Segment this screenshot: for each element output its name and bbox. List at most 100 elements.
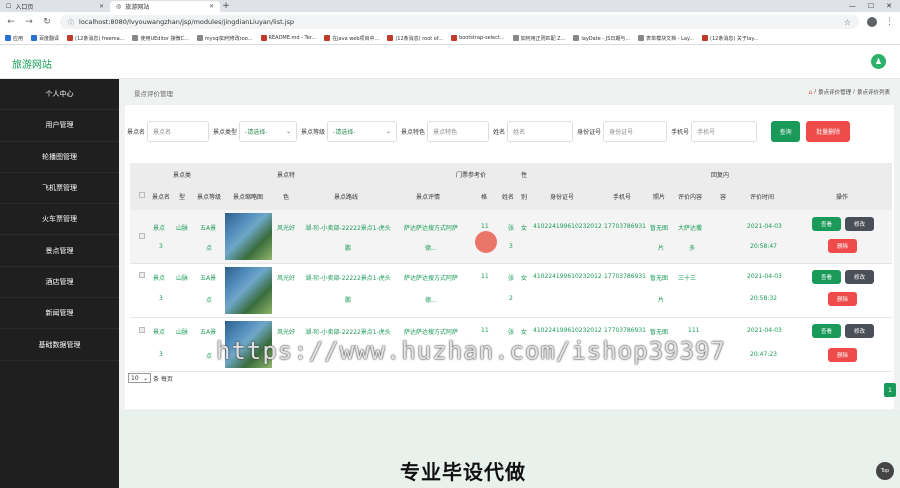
back-to-top-button[interactable]: Top <box>876 462 894 480</box>
type-select[interactable]: -请选择- ⌄ <box>239 120 298 142</box>
bookmark-icon <box>31 35 38 41</box>
promo-text: 专业毕设代做 <box>400 460 526 484</box>
filter-level-label: 景点等级 <box>301 128 326 136</box>
th-time[interactable]: 评价时间 <box>750 192 774 201</box>
cell-phone: 17703786931 <box>604 273 646 280</box>
close-icon[interactable]: ✕ <box>209 3 214 10</box>
th-gender[interactable]: 别 <box>521 192 527 201</box>
maximize-icon[interactable]: ☐ <box>868 2 874 10</box>
cell-content: 111 <box>688 327 700 334</box>
menu-dots-icon[interactable]: ⋮ <box>885 17 894 27</box>
th-name[interactable]: 景点名 <box>152 192 170 201</box>
new-tab-button[interactable]: + <box>220 1 232 12</box>
cell-route-2: 鹏 <box>345 245 352 252</box>
phone-input[interactable]: 手机号 <box>691 120 758 142</box>
th-phone[interactable]: 手机号 <box>613 192 631 201</box>
close-window-icon[interactable]: ✕ <box>886 2 892 10</box>
browser-tab-1[interactable]: ☐ 入口页 ✕ <box>0 1 110 12</box>
star-icon[interactable]: ☆ <box>844 18 851 27</box>
feature-input[interactable]: 景点特色 <box>427 120 490 142</box>
delete-button[interactable]: 删除 <box>828 239 857 253</box>
bookmark-item[interactable]: (12条消息) root of... <box>387 35 443 42</box>
th-ops: 操作 <box>836 194 849 201</box>
edit-button[interactable]: 修改 <box>845 324 874 338</box>
url-input[interactable]: ⓘ localhost:8080/lvyouwangzhan/jsp/modul… <box>60 15 859 29</box>
cell-review-2: 德... <box>425 245 437 252</box>
cell-level-2: 点 <box>206 245 213 252</box>
sidebar-item-hotels[interactable]: 酒店管理 <box>0 267 119 299</box>
bookmark-item[interactable]: 在java web项目中... <box>324 35 379 42</box>
bookmark-item[interactable]: mysql如何修改roo... <box>196 35 253 42</box>
bookmark-item[interactable]: (12条消息) 关于lay... <box>702 35 758 42</box>
bookmark-item[interactable]: 百度翻译 <box>31 35 59 42</box>
cell-name: 景点 <box>153 275 166 282</box>
th-review[interactable]: 景点评情 <box>416 192 440 201</box>
cell-date: 2021-04-03 <box>747 327 782 334</box>
view-button[interactable]: 查看 <box>812 217 841 231</box>
sidebar-item-news[interactable]: 新闻管理 <box>0 298 119 330</box>
edit-button[interactable]: 修改 <box>845 270 874 284</box>
select-all-checkbox[interactable] <box>139 192 145 198</box>
bookmark-icon <box>132 35 139 41</box>
edit-button[interactable]: 修改 <box>845 217 874 231</box>
reload-icon[interactable]: ↻ <box>42 17 52 27</box>
page-size-select[interactable]: 10 ⌄ <box>128 373 151 383</box>
cell-review: 萨达萨达搜方式阿萨 <box>403 225 458 232</box>
sidebar-item-attractions[interactable]: 景点管理 <box>0 235 119 267</box>
cell-person-2: 3 <box>509 243 513 250</box>
name-input[interactable]: 景点名 <box>147 120 210 142</box>
sidebar-item-personal-center[interactable]: 个人中心 <box>0 79 119 111</box>
view-button[interactable]: 查看 <box>812 324 841 338</box>
th-price[interactable]: 格 <box>481 192 487 201</box>
browser-tab-2[interactable]: ◎ 旅游网站 ✕ <box>110 1 220 12</box>
delete-button[interactable]: 删除 <box>828 292 857 306</box>
bookmark-item[interactable]: (12条消息) freema... <box>67 35 124 42</box>
search-button[interactable]: 查询 <box>771 120 801 142</box>
person-name-input[interactable]: 姓名 <box>507 120 574 142</box>
apps-icon <box>5 35 11 41</box>
batch-delete-button[interactable]: 批量删除 <box>806 120 851 142</box>
profile-icon[interactable] <box>867 17 877 27</box>
filter-name-label: 景点名 <box>127 128 146 136</box>
id-number-input[interactable]: 身份证号 <box>603 120 668 142</box>
bookmark-item[interactable]: bootstrap-select... <box>451 35 505 41</box>
sidebar-item-basic-data[interactable]: 基础数据管理 <box>0 329 119 361</box>
th-reply[interactable]: 容 <box>720 192 726 201</box>
sidebar-item-users[interactable]: 用户管理 <box>0 110 119 142</box>
forward-icon[interactable]: → <box>24 17 34 27</box>
info-icon[interactable]: ⓘ <box>68 18 74 27</box>
th-feature[interactable]: 色 <box>283 192 289 201</box>
th-content[interactable]: 评价内容 <box>678 192 702 201</box>
bookmark-item[interactable]: layDate - JS日期与... <box>573 35 630 42</box>
minimize-icon[interactable]: — <box>849 2 856 10</box>
user-avatar-icon[interactable]: ♟ <box>871 54 886 69</box>
row-checkbox[interactable] <box>139 233 145 239</box>
close-icon[interactable]: ✕ <box>99 3 104 10</box>
tab-favicon: ☐ <box>6 3 12 10</box>
back-icon[interactable]: ← <box>6 17 16 27</box>
bookmark-item[interactable]: README.md - Ter... <box>260 35 316 41</box>
bookmark-icon <box>573 35 580 41</box>
level-select[interactable]: -请选择- ⌄ <box>327 120 398 142</box>
sidebar-item-train-tickets[interactable]: 火车票管理 <box>0 204 119 236</box>
view-button[interactable]: 查看 <box>812 270 841 284</box>
bookmark-item[interactable]: 如何用正则匹配 Z... <box>512 35 565 42</box>
bookmark-item[interactable]: 应用 <box>5 35 23 42</box>
th-route[interactable]: 景点路线 <box>334 192 358 201</box>
th-level[interactable]: 景点等级 <box>197 192 221 201</box>
bookmark-item[interactable]: 表单模块文档 - Lay... <box>638 35 694 42</box>
pagination-page-1[interactable]: 1 <box>884 383 896 397</box>
bookmark-item[interactable]: 使用UEditor 接微C... <box>132 35 189 42</box>
th-type[interactable]: 型 <box>179 192 185 201</box>
delete-button[interactable]: 删除 <box>828 348 857 362</box>
sidebar-item-carousel[interactable]: 轮播图管理 <box>0 142 119 173</box>
home-icon[interactable]: ⌂ <box>808 89 812 96</box>
site-brand[interactable]: 旅游网站 <box>12 56 52 71</box>
row-checkbox[interactable] <box>139 327 145 333</box>
cell-content: 三十三 <box>678 275 697 282</box>
th-idcard[interactable]: 身份证号 <box>550 192 574 201</box>
sidebar-item-flight-tickets[interactable]: 飞机票管理 <box>0 173 119 205</box>
row-checkbox[interactable] <box>139 272 145 278</box>
th-person[interactable]: 姓名 <box>502 192 514 201</box>
cell-person: 张 <box>508 275 515 282</box>
